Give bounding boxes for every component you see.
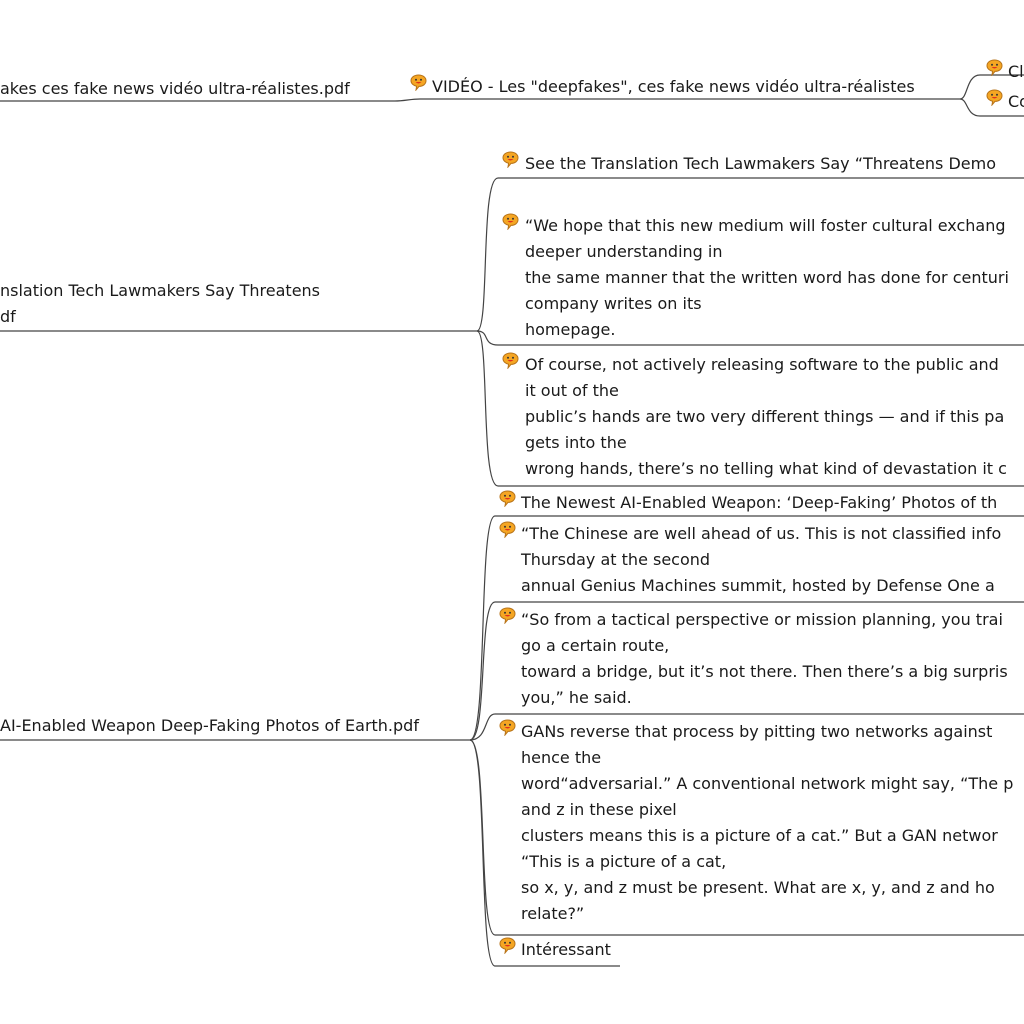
speech-bubble-icon bbox=[986, 59, 1003, 77]
branch-deepfakes-pdf[interactable]: akes ces fake news vidéo ultra-réalistes… bbox=[0, 76, 350, 102]
speech-bubble-icon bbox=[410, 74, 427, 92]
topic-translation-tech-title[interactable]: See the Translation Tech Lawmakers Say “… bbox=[525, 151, 996, 177]
branch-ai-weapon-pdf[interactable]: AI-Enabled Weapon Deep-Faking Photos of … bbox=[0, 713, 419, 739]
topic-video-deepfakes[interactable]: VIDÉO - Les "deepfakes", ces fake news v… bbox=[432, 74, 915, 100]
topic-quote-chinese[interactable]: “The Chinese are well ahead of us. This … bbox=[521, 521, 1001, 599]
speech-bubble-icon bbox=[502, 352, 519, 370]
branch-translation-tech-pdf[interactable]: nslation Tech Lawmakers Say Threatens df bbox=[0, 278, 320, 330]
topic-co[interactable]: Co bbox=[1008, 89, 1024, 115]
speech-bubble-icon bbox=[502, 213, 519, 231]
speech-bubble-icon bbox=[499, 607, 516, 625]
speech-bubble-icon bbox=[499, 490, 516, 508]
mind-map-canvas: akes ces fake news vidéo ultra-réalistes… bbox=[0, 0, 1024, 1024]
topic-releasing-software[interactable]: Of course, not actively releasing softwa… bbox=[525, 352, 1007, 482]
speech-bubble-icon bbox=[499, 937, 516, 955]
topic-quote-new-medium[interactable]: “We hope that this new medium will foste… bbox=[525, 213, 1009, 343]
topic-gans-reverse[interactable]: GANs reverse that process by pitting two… bbox=[521, 719, 1013, 927]
topic-quote-tactical[interactable]: “So from a tactical perspective or missi… bbox=[521, 607, 1008, 711]
speech-bubble-icon bbox=[986, 89, 1003, 107]
speech-bubble-icon bbox=[499, 719, 516, 737]
topic-ai-weapon-title[interactable]: The Newest AI-Enabled Weapon: ‘Deep-Faki… bbox=[521, 490, 997, 516]
speech-bubble-icon bbox=[502, 151, 519, 169]
topic-interessant[interactable]: Intéressant bbox=[521, 937, 611, 963]
topic-cl[interactable]: Cl bbox=[1008, 59, 1024, 85]
speech-bubble-icon bbox=[499, 521, 516, 539]
